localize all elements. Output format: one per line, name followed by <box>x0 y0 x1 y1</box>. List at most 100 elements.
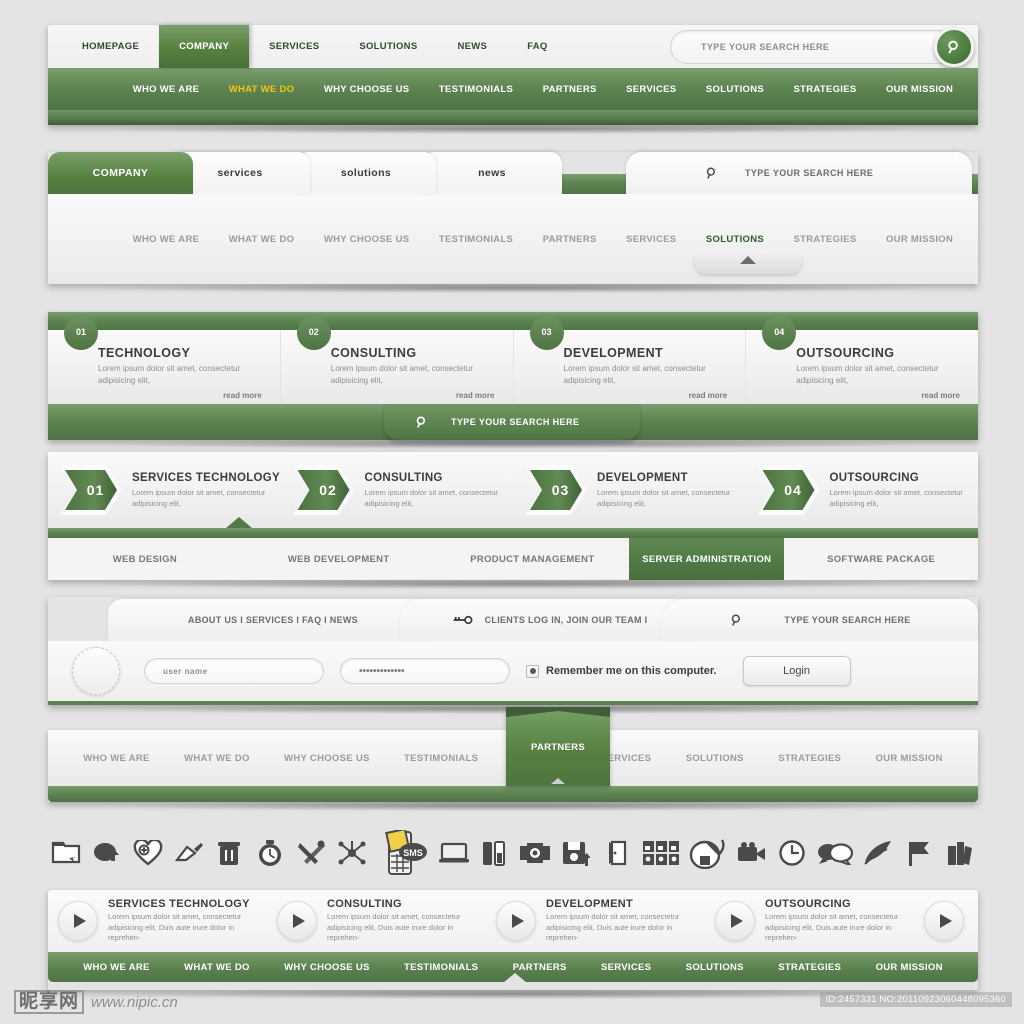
footer-nav-who-we-are[interactable]: WHO WE ARE <box>83 962 150 973</box>
link-services[interactable]: SERVICES <box>626 234 676 245</box>
flag-icon[interactable] <box>901 830 937 876</box>
nav-solutions[interactable]: SOLUTIONS <box>686 753 744 764</box>
tab-product-management[interactable]: PRODUCT MANAGEMENT <box>436 538 630 580</box>
remember-me-row[interactable]: Remember me on this computer. <box>526 664 717 678</box>
nav-item-solutions[interactable]: SOLUTIONS <box>339 25 437 68</box>
video-camera-icon[interactable] <box>734 830 770 876</box>
contacts-grid-icon[interactable] <box>640 830 682 876</box>
play-button[interactable] <box>924 901 964 941</box>
subnav-item-strategies[interactable]: STRATEGIES <box>794 84 857 95</box>
tab-company[interactable]: COMPANY <box>48 152 193 194</box>
play-button[interactable] <box>277 901 317 941</box>
nav-item-services[interactable]: SERVICES <box>249 25 339 68</box>
search-tab[interactable]: TYPE YOUR SEARCH HERE <box>662 599 978 641</box>
network-icon[interactable] <box>334 830 370 876</box>
heart-add-icon[interactable] <box>130 830 166 876</box>
battery-icon[interactable] <box>476 830 512 876</box>
tools-icon[interactable] <box>293 830 329 876</box>
link-partners[interactable]: PARTNERS <box>543 234 597 245</box>
footer-nav-solutions[interactable]: SOLUTIONS <box>686 962 744 973</box>
feather-pen-icon[interactable] <box>860 830 896 876</box>
read-more-link[interactable]: read more <box>921 391 960 400</box>
step-item[interactable]: 04 OUTSOURCING Lorem ipsum dolor sit ame… <box>746 465 979 515</box>
clients-login-tab[interactable]: CLIENTS LOG IN, JOIN OUR TEAM I <box>400 599 700 641</box>
nav-testimonials[interactable]: TESTIMONIALS <box>404 753 478 764</box>
nav-partners-active[interactable]: PARTNERS <box>506 708 610 786</box>
footer-nav-our-mission[interactable]: OUR MISSION <box>876 962 943 973</box>
nav-item-news[interactable]: NEWS <box>437 25 507 68</box>
read-more-link[interactable]: read more <box>689 391 728 400</box>
about-links-tab[interactable]: ABOUT US I SERVICES I FAQ I NEWS <box>108 599 438 641</box>
subnav-item-solutions[interactable]: SOLUTIONS <box>706 84 764 95</box>
search-tab[interactable]: TYPE YOUR SEARCH HERE <box>626 152 972 194</box>
step-item[interactable]: 01 SERVICES TECHNOLOGY Lorem ipsum dolor… <box>48 465 281 515</box>
subnav-item-testimonials[interactable]: TESTIMONIALS <box>439 84 513 95</box>
service-card[interactable]: 03 DEVELOPMENT Lorem ipsum dolor sit ame… <box>512 316 746 404</box>
nav-item-company[interactable]: COMPANY <box>159 25 250 68</box>
mouse-icon[interactable] <box>687 830 729 876</box>
password-input[interactable]: ••••••••••••• <box>340 658 510 684</box>
link-why-choose-us[interactable]: WHY CHOOSE US <box>324 234 410 245</box>
floppy-save-icon[interactable] <box>558 830 594 876</box>
footer-nav-what-we-do[interactable]: WHAT WE DO <box>184 962 250 973</box>
play-button[interactable] <box>496 901 536 941</box>
tab-web-design[interactable]: WEB DESIGN <box>48 538 242 580</box>
paint-brush-icon[interactable] <box>171 830 207 876</box>
nav-item-faq[interactable]: FAQ <box>507 25 567 68</box>
search-button[interactable] <box>934 27 974 67</box>
media-card[interactable]: OUTSOURCING Lorem ipsum dolor sit amet, … <box>705 898 924 944</box>
username-input[interactable]: user name <box>144 658 324 684</box>
footer-nav-testimonials[interactable]: TESTIMONIALS <box>404 962 478 973</box>
subnav-item-partners[interactable]: PARTNERS <box>543 84 597 95</box>
footer-nav-strategies[interactable]: STRATEGIES <box>778 962 841 973</box>
play-button[interactable] <box>58 901 98 941</box>
subnav-item-services[interactable]: SERVICES <box>626 84 676 95</box>
remember-me-checkbox[interactable] <box>526 664 539 678</box>
trash-icon[interactable] <box>211 830 247 876</box>
media-card[interactable]: DEVELOPMENT Lorem ipsum dolor sit amet, … <box>486 898 705 944</box>
tab-server-administration[interactable]: SERVER ADMINISTRATION <box>629 538 785 580</box>
sms-phone-icon[interactable]: SMS <box>375 830 431 876</box>
step-item[interactable]: 03 DEVELOPMENT Lorem ipsum dolor sit ame… <box>513 465 746 515</box>
subnav-item-who-we-are[interactable]: WHO WE ARE <box>133 84 200 95</box>
nav-who-we-are[interactable]: WHO WE ARE <box>83 753 150 764</box>
subnav-item-what-we-do[interactable]: WHAT WE DO <box>229 84 295 95</box>
link-who-we-are[interactable]: WHO WE ARE <box>133 234 200 245</box>
search-tab[interactable]: TYPE YOUR SEARCH HERE <box>384 404 640 440</box>
service-card[interactable]: 01 TECHNOLOGY Lorem ipsum dolor sit amet… <box>48 316 280 404</box>
nav-what-we-do[interactable]: WHAT WE DO <box>184 753 250 764</box>
cloud-upload-icon[interactable] <box>89 830 125 876</box>
link-strategies[interactable]: STRATEGIES <box>794 234 857 245</box>
subnav-item-why-choose-us[interactable]: WHY CHOOSE US <box>324 84 410 95</box>
footer-nav-why-choose-us[interactable]: WHY CHOOSE US <box>284 962 370 973</box>
footer-nav-partners[interactable]: PARTNERS <box>513 962 567 973</box>
play-button[interactable] <box>715 901 755 941</box>
service-card[interactable]: 04 OUTSOURCING Lorem ipsum dolor sit ame… <box>745 316 978 404</box>
folder-icon[interactable] <box>48 830 84 876</box>
subnav-item-our-mission[interactable]: OUR MISSION <box>886 84 953 95</box>
clock-icon[interactable] <box>774 830 810 876</box>
search-input[interactable]: TYPE YOUR SEARCH HERE <box>670 30 970 64</box>
nav-strategies[interactable]: STRATEGIES <box>778 753 841 764</box>
nav-our-mission[interactable]: OUR MISSION <box>876 753 943 764</box>
chat-bubbles-icon[interactable] <box>815 830 855 876</box>
media-card[interactable]: CONSULTING Lorem ipsum dolor sit amet, c… <box>267 898 486 944</box>
stopwatch-icon[interactable] <box>252 830 288 876</box>
login-button[interactable]: Login <box>742 656 851 686</box>
link-our-mission[interactable]: OUR MISSION <box>886 234 953 245</box>
film-strip-icon[interactable] <box>517 830 553 876</box>
tab-web-development[interactable]: WEB DEVELOPMENT <box>242 538 436 580</box>
tab-solutions[interactable]: solutions <box>296 152 436 194</box>
step-item[interactable]: 02 CONSULTING Lorem ipsum dolor sit amet… <box>281 465 514 515</box>
read-more-link[interactable]: read more <box>456 391 495 400</box>
laptop-icon[interactable] <box>436 830 472 876</box>
media-card[interactable]: SERVICES TECHNOLOGY Lorem ipsum dolor si… <box>48 898 267 944</box>
door-exit-icon[interactable] <box>599 830 635 876</box>
tab-news[interactable]: news <box>422 152 562 194</box>
link-testimonials[interactable]: TESTIMONIALS <box>439 234 513 245</box>
link-what-we-do[interactable]: WHAT WE DO <box>229 234 295 245</box>
nav-why-choose-us[interactable]: WHY CHOOSE US <box>284 753 370 764</box>
link-solutions[interactable]: SOLUTIONS <box>706 234 764 245</box>
read-more-link[interactable]: read more <box>223 391 262 400</box>
footer-nav-services[interactable]: SERVICES <box>601 962 651 973</box>
